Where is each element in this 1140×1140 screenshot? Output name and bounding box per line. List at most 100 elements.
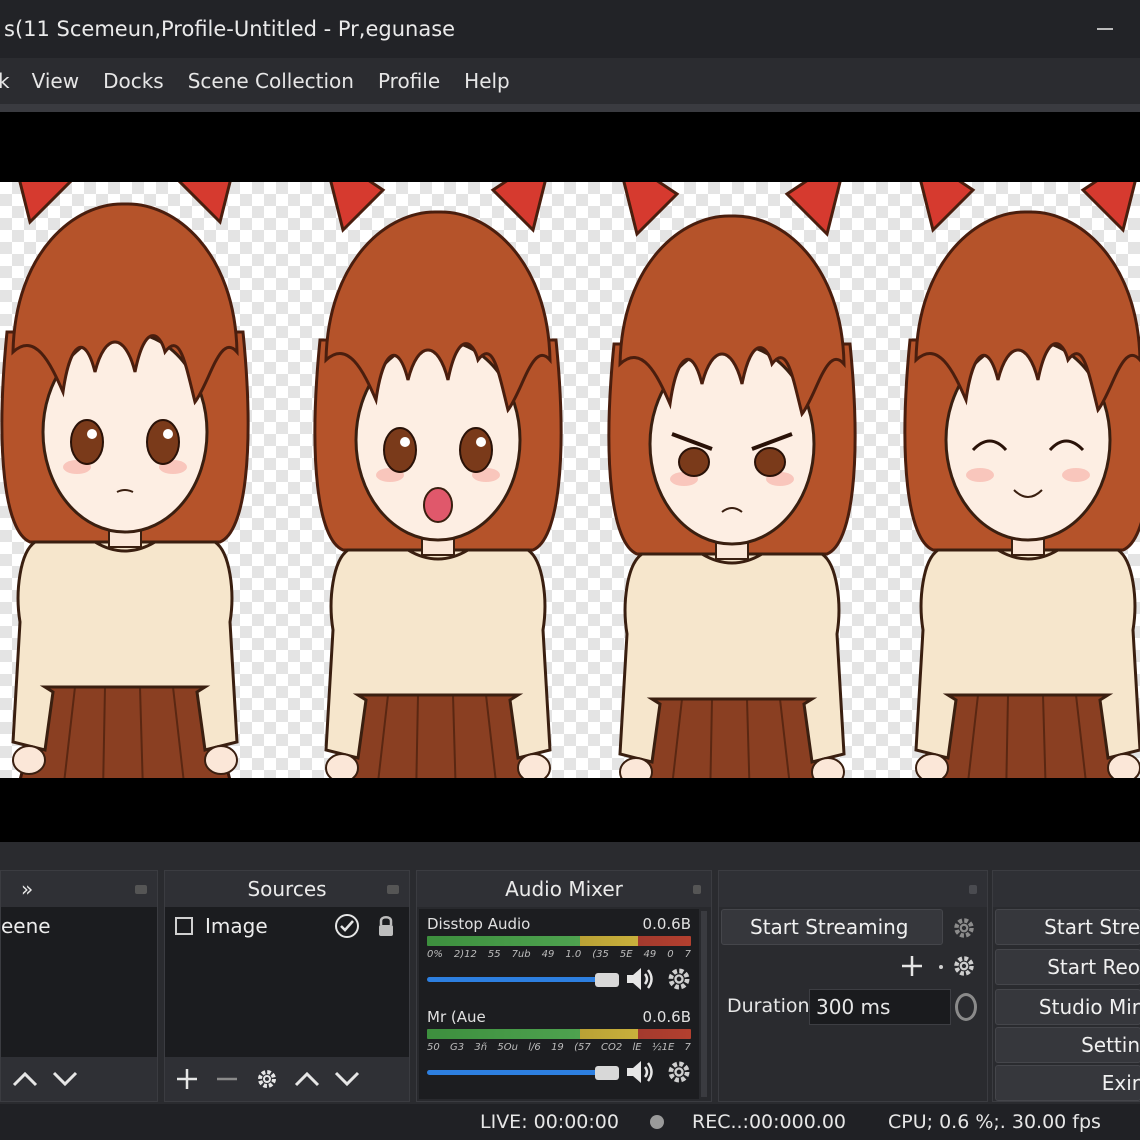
- start-recording-button[interactable]: Start Reo: [995, 949, 1140, 985]
- scene-item[interactable]: eene: [1, 909, 157, 943]
- duration-spinner-icon[interactable]: [955, 993, 977, 1021]
- start-streaming-button[interactable]: Start Stre: [995, 909, 1140, 945]
- live-status: LIVE: 00:00:00: [480, 1111, 619, 1133]
- tick-label: 19: [551, 1042, 564, 1053]
- scene-item-label: eene: [1, 914, 51, 938]
- character-surprised: [313, 182, 563, 778]
- transition-properties-gear-icon[interactable]: [951, 953, 977, 983]
- meter-ticks: 50 G3 3ñ 5Ou l/6 19 (57 CO2 lE ½1E 7: [427, 1042, 691, 1053]
- recording-indicator-icon: [650, 1115, 664, 1129]
- transitions-header: [719, 871, 987, 907]
- add-source-icon[interactable]: [167, 1059, 207, 1099]
- dock-float-icon[interactable]: [387, 885, 399, 894]
- tick-label: 5Ou: [497, 1042, 518, 1053]
- cpu-status: CPU; 0.6 %;. 30.00 fps: [888, 1111, 1101, 1133]
- tick-label: 49: [541, 949, 555, 960]
- channel-db: 0.0.6B: [642, 1008, 691, 1026]
- title-bar: s(11 Scemeun,Profile-Untitled - Pr,eguna…: [0, 0, 1140, 58]
- channel-gear-icon[interactable]: [665, 965, 693, 997]
- tick-label: 0: [667, 949, 674, 960]
- speaker-icon[interactable]: [625, 965, 657, 997]
- remove-source-icon[interactable]: [207, 1059, 247, 1099]
- sources-header-label: Sources: [247, 877, 327, 901]
- menu-profile[interactable]: Profile: [378, 69, 440, 93]
- tick-label: lE: [632, 1042, 642, 1053]
- volume-slider[interactable]: [427, 977, 607, 982]
- tick-label: 5E: [619, 949, 633, 960]
- audio-mixer-panel: Audio Mixer Disstop Audio 0.0.6B 0% 2)12…: [416, 870, 712, 1102]
- audio-mixer-header: Audio Mixer: [417, 871, 711, 907]
- menu-scene-collection[interactable]: Scene Collection: [188, 69, 354, 93]
- character-happy: [903, 182, 1140, 778]
- volume-meter: [427, 936, 691, 946]
- settings-button[interactable]: Settin: [995, 1027, 1140, 1063]
- tick-label: (57: [574, 1042, 591, 1053]
- tick-label: 7: [684, 1042, 691, 1053]
- tick-label: 7ub: [511, 949, 531, 960]
- sources-list[interactable]: Image: [165, 907, 409, 1057]
- tick-label: 3ñ: [474, 1042, 488, 1053]
- scenes-header-label: »: [21, 877, 34, 901]
- channel-db: 0.0.6B: [642, 915, 691, 933]
- tick-label: G3: [450, 1042, 465, 1053]
- status-bar: LIVE: 00:00:00 REC..:00:000.00 CPU; 0.6 …: [0, 1104, 1140, 1140]
- move-up-icon[interactable]: [5, 1059, 45, 1099]
- sources-header: Sources: [165, 871, 409, 907]
- tick-label: 50: [427, 1042, 440, 1053]
- dock-float-icon[interactable]: [969, 885, 977, 894]
- move-down-icon[interactable]: [45, 1059, 85, 1099]
- source-checkbox-icon[interactable]: [175, 917, 193, 935]
- tick-label: 7: [684, 949, 691, 960]
- audio-mixer-header-label: Audio Mixer: [505, 877, 623, 901]
- minimize-icon[interactable]: [1094, 18, 1116, 40]
- tick-label: l/6: [528, 1042, 541, 1053]
- channel-gear-icon[interactable]: [665, 1058, 693, 1090]
- menu-help[interactable]: Help: [464, 69, 510, 93]
- tick-label: 0%: [427, 949, 443, 960]
- source-properties-gear-icon[interactable]: [247, 1059, 287, 1099]
- volume-slider-handle[interactable]: [595, 1066, 619, 1080]
- move-up-icon[interactable]: [287, 1059, 327, 1099]
- preview-canvas[interactable]: [0, 182, 1140, 778]
- scenes-footer: [1, 1057, 157, 1101]
- volume-slider-handle[interactable]: [595, 973, 619, 987]
- visibility-icon[interactable]: [335, 914, 359, 938]
- transitions-panel: Start Streaming Duration 300 ms: [718, 870, 988, 1102]
- mixer-scrollbar[interactable]: [701, 911, 707, 1097]
- studio-mode-button[interactable]: Studio Mir: [995, 989, 1140, 1025]
- channel-name: Mr (Aue: [427, 1008, 486, 1026]
- preview-area[interactable]: [0, 112, 1140, 842]
- duration-input[interactable]: 300 ms: [809, 989, 951, 1025]
- sources-footer: [165, 1057, 409, 1101]
- tick-label: 55: [487, 949, 501, 960]
- dock-float-icon[interactable]: [135, 885, 147, 894]
- lock-icon[interactable]: [377, 915, 395, 942]
- sources-panel: Sources Image: [164, 870, 410, 1102]
- character-angry: [607, 182, 857, 778]
- exit-button[interactable]: Exir: [995, 1065, 1140, 1101]
- character-neutral: [0, 182, 250, 778]
- duration-label: Duration: [727, 995, 810, 1017]
- meter-ticks: 0% 2)12 55 7ub 49 1.0 (35 5E 49 0 7: [427, 949, 691, 960]
- menu-bar: k View Docks Scene Collection Profile He…: [0, 58, 1140, 112]
- menu-docks[interactable]: Docks: [103, 69, 164, 93]
- tick-label: (35: [592, 949, 609, 960]
- source-item[interactable]: Image: [165, 909, 409, 943]
- speaker-icon[interactable]: [625, 1058, 657, 1090]
- dock-float-icon[interactable]: [693, 885, 701, 894]
- add-transition-icon[interactable]: [901, 955, 923, 981]
- scenes-list[interactable]: eene: [1, 907, 157, 1057]
- controls-header: [993, 871, 1140, 907]
- menu-view[interactable]: View: [32, 69, 79, 93]
- scenes-header: »: [1, 871, 157, 907]
- tick-label: 1.0: [565, 949, 582, 960]
- rec-status: REC..:00:000.00: [692, 1111, 847, 1133]
- menu-dock-partial[interactable]: k: [0, 69, 10, 93]
- move-down-icon[interactable]: [327, 1059, 367, 1099]
- window-title: s(11 Scemeun,Profile-Untitled - Pr,eguna…: [4, 17, 456, 41]
- transition-gear-icon[interactable]: [951, 915, 977, 945]
- tick-label: 2)12: [453, 949, 477, 960]
- source-item-label: Image: [205, 914, 268, 938]
- volume-slider[interactable]: [427, 1070, 607, 1075]
- transition-start-streaming-button[interactable]: Start Streaming: [721, 909, 943, 945]
